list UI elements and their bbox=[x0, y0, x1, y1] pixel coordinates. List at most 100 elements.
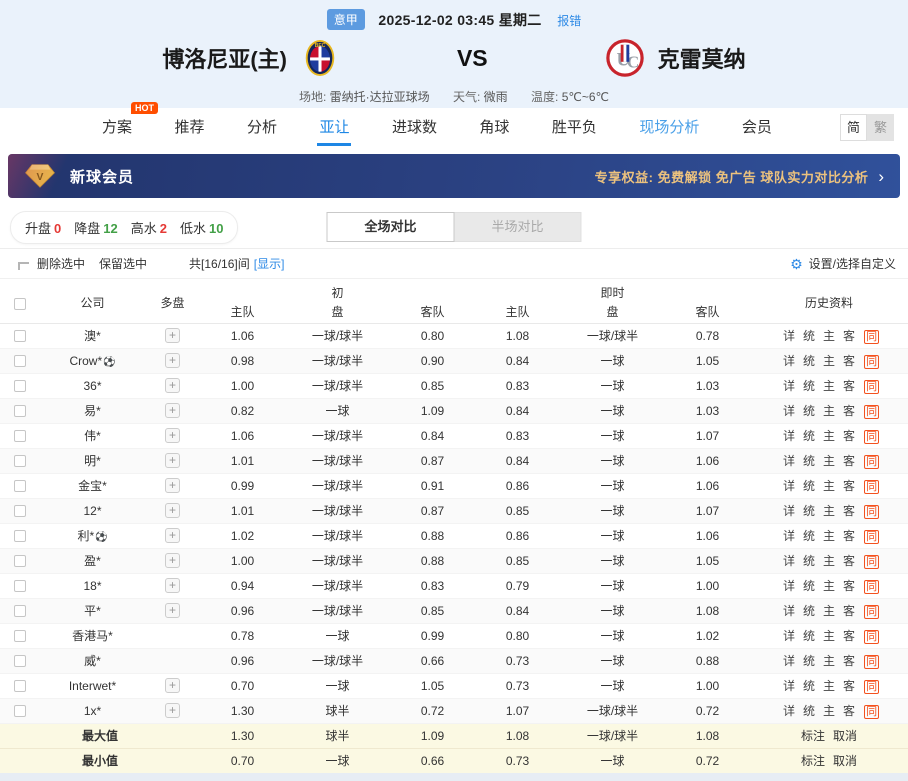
history-link-同[interactable]: 同 bbox=[864, 405, 879, 419]
expand-odds-button[interactable]: + bbox=[165, 578, 180, 593]
history-link-统[interactable]: 统 bbox=[803, 604, 815, 618]
history-link-主[interactable]: 主 bbox=[823, 504, 835, 518]
history-link-主[interactable]: 主 bbox=[823, 629, 835, 643]
history-link-主[interactable]: 主 bbox=[823, 704, 835, 718]
tab-亚让[interactable]: 亚让 bbox=[317, 108, 351, 146]
history-link-客[interactable]: 客 bbox=[843, 429, 855, 443]
history-link-同[interactable]: 同 bbox=[864, 355, 879, 369]
history-link-同[interactable]: 同 bbox=[864, 580, 879, 594]
history-link-统[interactable]: 统 bbox=[803, 679, 815, 693]
history-link-同[interactable]: 同 bbox=[864, 605, 879, 619]
history-link-详[interactable]: 详 bbox=[783, 404, 795, 418]
history-link-客[interactable]: 客 bbox=[843, 454, 855, 468]
settings-button[interactable]: ⚙ 设置/选择自定义 bbox=[790, 255, 896, 272]
history-link-详[interactable]: 详 bbox=[783, 479, 795, 493]
history-link-客[interactable]: 客 bbox=[843, 579, 855, 593]
action-标注[interactable]: 标注 bbox=[801, 729, 825, 743]
expand-odds-button[interactable]: + bbox=[165, 453, 180, 468]
history-link-客[interactable]: 客 bbox=[843, 479, 855, 493]
history-link-主[interactable]: 主 bbox=[823, 354, 835, 368]
expand-odds-button[interactable]: + bbox=[165, 403, 180, 418]
history-link-客[interactable]: 客 bbox=[843, 654, 855, 668]
expand-odds-button[interactable]: + bbox=[165, 553, 180, 568]
history-link-同[interactable]: 同 bbox=[864, 705, 879, 719]
history-link-详[interactable]: 详 bbox=[783, 429, 795, 443]
row-checkbox[interactable] bbox=[14, 355, 26, 367]
history-link-详[interactable]: 详 bbox=[783, 679, 795, 693]
tab-方案[interactable]: 方案HOT bbox=[100, 108, 134, 146]
history-link-同[interactable]: 同 bbox=[864, 330, 879, 344]
row-checkbox[interactable] bbox=[14, 405, 26, 417]
history-link-主[interactable]: 主 bbox=[823, 379, 835, 393]
history-link-同[interactable]: 同 bbox=[864, 555, 879, 569]
history-link-客[interactable]: 客 bbox=[843, 354, 855, 368]
tab-推荐[interactable]: 推荐 bbox=[172, 108, 206, 146]
history-link-统[interactable]: 统 bbox=[803, 504, 815, 518]
history-link-同[interactable]: 同 bbox=[864, 505, 879, 519]
tab-现场分析[interactable]: 现场分析 bbox=[637, 108, 701, 146]
history-link-同[interactable]: 同 bbox=[864, 630, 879, 644]
history-link-主[interactable]: 主 bbox=[823, 454, 835, 468]
history-link-详[interactable]: 详 bbox=[783, 604, 795, 618]
history-link-统[interactable]: 统 bbox=[803, 404, 815, 418]
row-checkbox[interactable] bbox=[14, 630, 26, 642]
history-link-客[interactable]: 客 bbox=[843, 554, 855, 568]
history-link-主[interactable]: 主 bbox=[823, 529, 835, 543]
history-link-统[interactable]: 统 bbox=[803, 354, 815, 368]
history-link-详[interactable]: 详 bbox=[783, 329, 795, 343]
history-link-主[interactable]: 主 bbox=[823, 404, 835, 418]
expand-odds-button[interactable]: + bbox=[165, 328, 180, 343]
row-checkbox[interactable] bbox=[14, 505, 26, 517]
history-link-统[interactable]: 统 bbox=[803, 554, 815, 568]
history-link-详[interactable]: 详 bbox=[783, 354, 795, 368]
history-link-统[interactable]: 统 bbox=[803, 429, 815, 443]
history-link-统[interactable]: 统 bbox=[803, 479, 815, 493]
row-checkbox[interactable] bbox=[14, 430, 26, 442]
expand-odds-button[interactable]: + bbox=[165, 378, 180, 393]
vip-banner[interactable]: V 新球会员 专享权益: 免费解锁 免广告 球队实力对比分析 › bbox=[8, 154, 900, 198]
history-link-主[interactable]: 主 bbox=[823, 604, 835, 618]
history-link-详[interactable]: 详 bbox=[783, 629, 795, 643]
history-link-统[interactable]: 统 bbox=[803, 529, 815, 543]
row-checkbox[interactable] bbox=[14, 605, 26, 617]
history-link-统[interactable]: 统 bbox=[803, 454, 815, 468]
history-link-详[interactable]: 详 bbox=[783, 529, 795, 543]
history-link-同[interactable]: 同 bbox=[864, 680, 879, 694]
expand-odds-button[interactable]: + bbox=[165, 678, 180, 693]
tab-分析[interactable]: 分析 bbox=[245, 108, 279, 146]
row-checkbox[interactable] bbox=[14, 555, 26, 567]
expand-odds-button[interactable]: + bbox=[165, 478, 180, 493]
history-link-客[interactable]: 客 bbox=[843, 329, 855, 343]
history-link-主[interactable]: 主 bbox=[823, 329, 835, 343]
expand-odds-button[interactable]: + bbox=[165, 603, 180, 618]
expand-odds-button[interactable]: + bbox=[165, 703, 180, 718]
row-checkbox[interactable] bbox=[14, 455, 26, 467]
history-link-主[interactable]: 主 bbox=[823, 429, 835, 443]
history-link-统[interactable]: 统 bbox=[803, 704, 815, 718]
expand-odds-button[interactable]: + bbox=[165, 428, 180, 443]
row-checkbox[interactable] bbox=[14, 530, 26, 542]
history-link-客[interactable]: 客 bbox=[843, 629, 855, 643]
row-checkbox[interactable] bbox=[14, 380, 26, 392]
history-link-同[interactable]: 同 bbox=[864, 530, 879, 544]
history-link-统[interactable]: 统 bbox=[803, 654, 815, 668]
row-checkbox[interactable] bbox=[14, 655, 26, 667]
history-link-主[interactable]: 主 bbox=[823, 554, 835, 568]
history-link-主[interactable]: 主 bbox=[823, 654, 835, 668]
history-link-主[interactable]: 主 bbox=[823, 479, 835, 493]
select-all-checkbox[interactable] bbox=[14, 298, 26, 310]
history-link-同[interactable]: 同 bbox=[864, 380, 879, 394]
history-link-详[interactable]: 详 bbox=[783, 704, 795, 718]
expand-odds-button[interactable]: + bbox=[165, 503, 180, 518]
history-link-详[interactable]: 详 bbox=[783, 579, 795, 593]
history-link-客[interactable]: 客 bbox=[843, 379, 855, 393]
history-link-客[interactable]: 客 bbox=[843, 604, 855, 618]
tab-角球[interactable]: 角球 bbox=[477, 108, 511, 146]
history-link-统[interactable]: 统 bbox=[803, 329, 815, 343]
history-link-统[interactable]: 统 bbox=[803, 629, 815, 643]
expand-odds-button[interactable]: + bbox=[165, 353, 180, 368]
history-link-统[interactable]: 统 bbox=[803, 379, 815, 393]
row-checkbox[interactable] bbox=[14, 330, 26, 342]
history-link-统[interactable]: 统 bbox=[803, 579, 815, 593]
full-match-toggle[interactable]: 全场对比 bbox=[327, 212, 455, 242]
